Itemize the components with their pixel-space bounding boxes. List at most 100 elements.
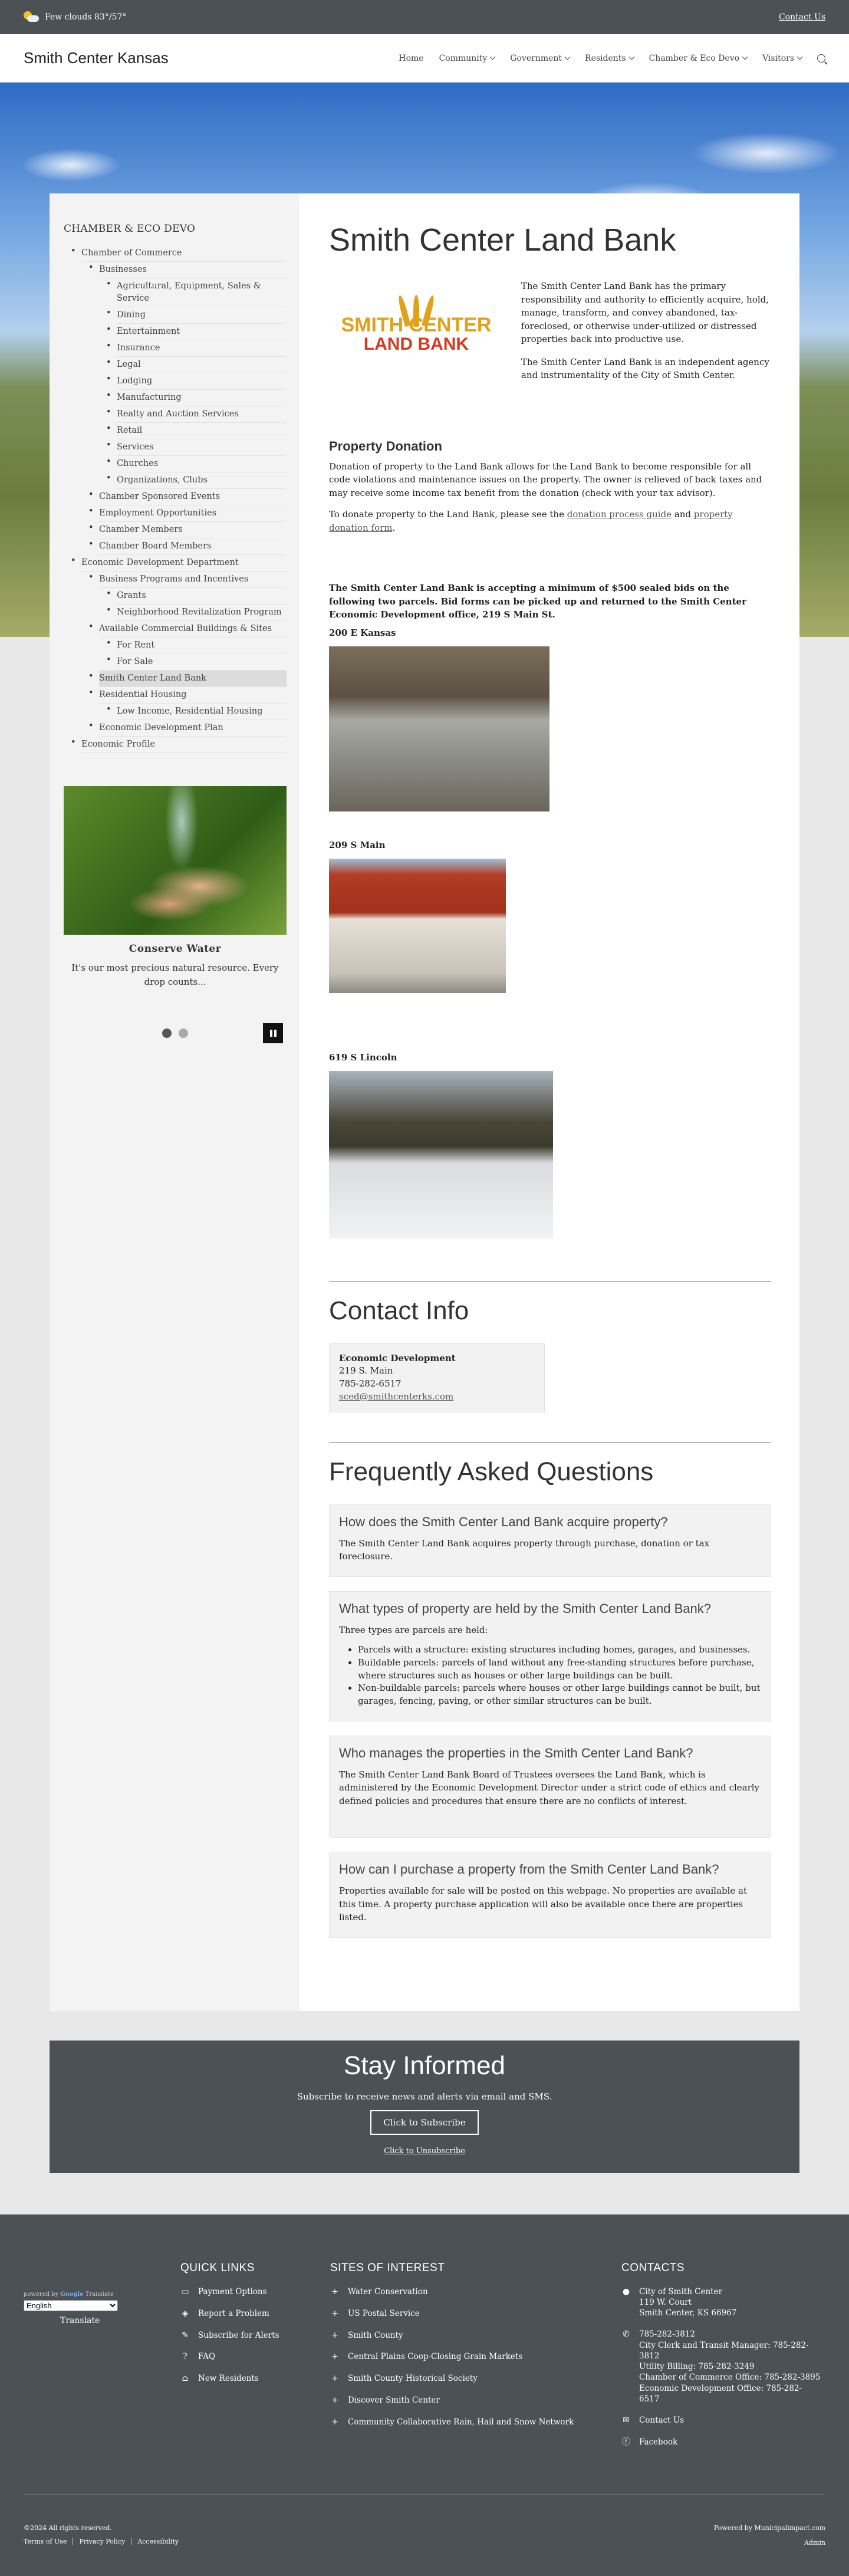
sidebar-item[interactable]: Insurance: [99, 340, 287, 357]
card-icon: ▭: [181, 2286, 189, 2296]
site-link[interactable]: + US Postal Service: [330, 2308, 621, 2319]
sites-heading: SITES OF INTEREST: [330, 2261, 445, 2274]
weather-widget: Few clouds 83°/57°: [24, 11, 126, 23]
facebook-link[interactable]: ⓕ Facebook: [621, 2437, 822, 2448]
pause-button[interactable]: [263, 1023, 283, 1044]
donation-guide-link[interactable]: donation process guide: [567, 509, 672, 520]
text: To donate property to the Land Bank, ple…: [329, 509, 567, 520]
sidebar-item[interactable]: Legal: [99, 357, 287, 374]
sidebar-item[interactable]: For Sale: [99, 654, 287, 671]
sidebar-item[interactable]: Lodging: [99, 373, 287, 390]
quick-link[interactable]: ⌂ New Residents: [180, 2373, 330, 2384]
text: .: [392, 522, 396, 533]
site-title[interactable]: Smith Center Kansas: [24, 49, 169, 67]
site-link[interactable]: + Community Collaborative Rain, Hail and …: [330, 2417, 621, 2428]
sidebar-item[interactable]: Neighborhood Revitalization Program: [99, 604, 287, 622]
sidebar-item[interactable]: Chamber Sponsored Events: [81, 489, 287, 506]
nav-community[interactable]: Community: [439, 54, 496, 63]
slide-dot-1[interactable]: [162, 1029, 172, 1039]
site-link[interactable]: + Smith County Historical Society: [330, 2373, 621, 2384]
nav-government[interactable]: Government: [510, 54, 571, 63]
sidebar-item[interactable]: Available Commercial Buildings & Sites F…: [81, 621, 287, 671]
sidebar-item[interactable]: Services: [99, 439, 287, 456]
site-link[interactable]: + Central Plains Coop-Closing Grain Marke…: [330, 2351, 621, 2363]
bids-notice: The Smith Center Land Bank is accepting …: [329, 583, 746, 620]
sidebar-item[interactable]: Economic Development Department Business…: [64, 555, 287, 737]
sidebar-item[interactable]: Organizations, Clubs: [99, 472, 287, 489]
faq-answer: The Smith Center Land Bank acquires prop…: [339, 1537, 710, 1562]
sidebar-item[interactable]: Economic Development Plan: [81, 720, 287, 737]
sidebar-menu: Chamber of Commerce Businesses Agricultu…: [64, 245, 287, 754]
sidebar-item[interactable]: Dining: [99, 307, 287, 324]
nav-chamber-eco-devo[interactable]: Chamber & Eco Devo: [649, 54, 748, 63]
sidebar-item[interactable]: Retail: [99, 423, 287, 440]
link-label: New Residents: [198, 2374, 259, 2384]
privacy-link[interactable]: Privacy Policy: [73, 2537, 132, 2545]
nav-residents[interactable]: Residents: [585, 54, 635, 63]
text: Utility Billing: 785-282-3249: [639, 2362, 755, 2372]
sidebar-item[interactable]: Agricultural, Equipment, Sales & Service: [99, 278, 287, 308]
slide-dot-2[interactable]: [179, 1029, 188, 1039]
link-label: US Postal Service: [348, 2308, 420, 2318]
accessibility-link[interactable]: Accessibility: [131, 2538, 185, 2545]
sidebar-item[interactable]: Economic Profile: [64, 737, 287, 754]
nav-visitors[interactable]: Visitors: [762, 54, 803, 63]
site-link[interactable]: + Water Conservation: [330, 2286, 621, 2298]
envelope-icon: ✉: [623, 2415, 630, 2425]
text: powered by: [24, 2291, 59, 2298]
logo-line2: LAND BANK: [363, 334, 469, 354]
sidebar-item[interactable]: Entertainment: [99, 324, 287, 341]
contact-email-link[interactable]: sced@smithcenterks.com: [339, 1391, 453, 1402]
subscribe-button[interactable]: Click to Subscribe: [370, 2110, 479, 2135]
sidebar-item[interactable]: Chamber Board Members: [81, 538, 287, 556]
text: City Clerk and Transit Manager: 785-282-…: [639, 2340, 809, 2361]
megaphone-icon: ◈: [182, 2308, 189, 2318]
sidebar-item[interactable]: Residential Housing Low Income, Resident…: [81, 687, 287, 721]
sidebar-item[interactable]: Low Income, Residential Housing: [99, 704, 287, 721]
link-label: Report a Problem: [198, 2308, 269, 2318]
quick-link[interactable]: ◈ Report a Problem: [180, 2308, 330, 2319]
sidebar-item[interactable]: Realty and Auction Services: [99, 406, 287, 423]
copyright: ©2024 All rights reserved.: [24, 2524, 112, 2532]
text: and: [672, 509, 694, 520]
nav-home[interactable]: Home: [399, 54, 423, 63]
sidebar-item-label: Chamber Sponsored Events: [99, 489, 287, 506]
sidebar-item-label: For Sale: [117, 654, 287, 671]
text: 785-282-3812: [639, 2329, 696, 2340]
contact-card: Economic Development 219 S. Main 785-282…: [329, 1343, 545, 1412]
site-link[interactable]: + Discover Smith Center: [330, 2395, 621, 2406]
footer: powered by Google Translate English Tran…: [0, 2214, 849, 2576]
sidebar-item[interactable]: Employment Opportunities: [81, 505, 287, 523]
sidebar-item-active[interactable]: Smith Center Land Bank: [81, 671, 287, 688]
admin-link[interactable]: Admin: [714, 2539, 825, 2547]
language-select[interactable]: English: [24, 2299, 118, 2311]
quick-links-heading: QUICK LINKS: [180, 2261, 255, 2274]
sidebar-item-label: Economic Profile: [81, 737, 287, 754]
page-content: CHAMBER & ECO DEVO Chamber of Commerce B…: [50, 193, 799, 2011]
contact-address: 219 S. Main: [339, 1365, 393, 1376]
sidebar-item[interactable]: Businesses Agricultural, Equipment, Sale…: [81, 262, 287, 489]
search-icon[interactable]: [817, 54, 825, 63]
powered-by[interactable]: Powered by Municipalimpact.com: [714, 2524, 825, 2532]
sidebar-item[interactable]: Chamber Members: [81, 522, 287, 539]
faq-answer: Three types are parcels are held:: [339, 1624, 488, 1635]
intro-paragraph: The Smith Center Land Bank has the prima…: [521, 281, 769, 344]
terms-link[interactable]: Terms of Use: [24, 2537, 74, 2545]
sidebar-item-label: Entertainment: [117, 324, 287, 341]
sidebar-item-label: Available Commercial Buildings & Sites: [99, 621, 287, 638]
sidebar-item[interactable]: Chamber of Commerce Businesses Agricultu…: [64, 245, 287, 556]
contact-us-link[interactable]: Contact Us: [779, 12, 825, 22]
sidebar-item[interactable]: For Rent: [99, 638, 287, 655]
translate-button[interactable]: Translate: [24, 2316, 180, 2325]
quick-link[interactable]: ▭ Payment Options: [180, 2286, 330, 2298]
site-link[interactable]: + Smith County: [330, 2330, 621, 2341]
sidebar-item-label: Manufacturing: [117, 390, 287, 407]
contact-us-footer-link[interactable]: ✉ Contact Us: [621, 2415, 822, 2426]
sidebar-item[interactable]: Churches: [99, 456, 287, 473]
sidebar-item[interactable]: Business Programs and Incentives Grants …: [81, 571, 287, 622]
quick-link[interactable]: ✎ Subscribe for Alerts: [180, 2330, 330, 2341]
sidebar-item[interactable]: Grants: [99, 588, 287, 605]
sidebar-item[interactable]: Manufacturing: [99, 390, 287, 407]
unsubscribe-link[interactable]: Click to Unsubscribe: [50, 2147, 799, 2156]
quick-link[interactable]: ? FAQ: [180, 2351, 330, 2363]
